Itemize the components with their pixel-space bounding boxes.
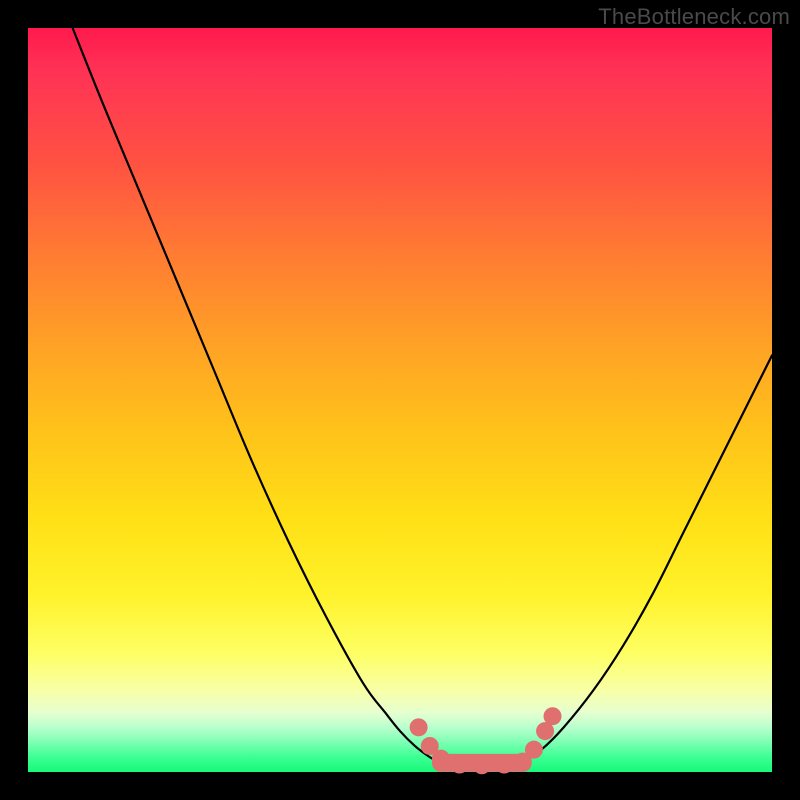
plot-area <box>28 28 772 772</box>
marker-group <box>410 707 562 774</box>
data-marker <box>432 750 450 768</box>
watermark-text: TheBottleneck.com <box>598 4 790 30</box>
data-marker <box>473 756 491 774</box>
curve-right-branch <box>523 355 772 762</box>
data-marker <box>451 756 469 774</box>
data-marker <box>525 741 543 759</box>
chart-svg <box>28 28 772 772</box>
data-marker <box>410 718 428 736</box>
chart-frame: TheBottleneck.com <box>0 0 800 800</box>
data-marker <box>495 756 513 774</box>
curve-left-branch <box>73 28 441 763</box>
data-marker <box>544 707 562 725</box>
